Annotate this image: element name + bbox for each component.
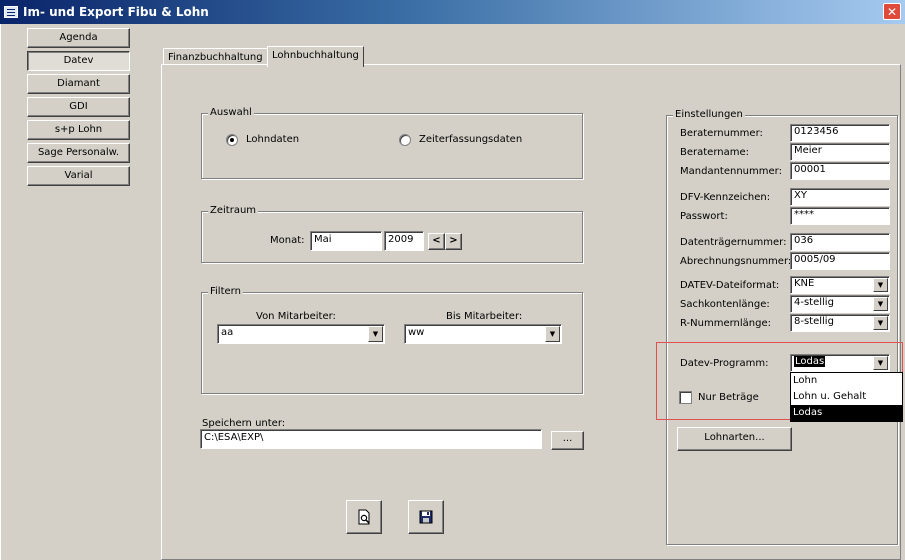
auswahl-group: Auswahl [201, 107, 583, 179]
beratername-field[interactable]: Meier [790, 143, 890, 161]
chevron-down-icon[interactable]: ▼ [873, 297, 888, 311]
datentraegernummer-field[interactable]: 036 [790, 233, 890, 251]
sachkontenlaenge-combo[interactable]: 4-stellig ▼ [790, 295, 890, 313]
app-icon [4, 6, 18, 18]
chevron-down-icon[interactable]: ▼ [545, 326, 560, 342]
datev-programm-value: Lodas [794, 356, 826, 367]
datev-programm-label: Datev-Programm: [680, 358, 769, 369]
title-bar: Im- und Export Fibu & Lohn ✕ [0, 0, 905, 24]
auswahl-legend: Auswahl [208, 107, 254, 118]
save-icon [419, 510, 433, 524]
dropdown-option-lodas[interactable]: Lodas [791, 405, 902, 421]
beraternummer-field[interactable]: 0123456 [790, 124, 890, 142]
tab-lohnbuchhaltung[interactable]: Lohnbuchhaltung [267, 46, 364, 67]
passwort-label: Passwort: [680, 211, 728, 222]
datev-dateiformat-combo[interactable]: KNE ▼ [790, 276, 890, 294]
chevron-down-icon[interactable]: ▼ [873, 356, 888, 370]
monat-field[interactable]: Mai [310, 231, 382, 251]
dropdown-option-lohn[interactable]: Lohn [791, 373, 902, 389]
abrechnungsnummer-label: Abrechnungsnummer: [680, 256, 792, 267]
preview-icon [358, 509, 370, 525]
sidebar-item-diamant[interactable]: Diamant [27, 74, 130, 94]
year-field[interactable]: 2009 [384, 231, 424, 251]
mandantennummer-field[interactable]: 00001 [790, 162, 890, 180]
sachkontenlaenge-value: 4-stellig [794, 297, 834, 308]
abrechnungsnummer-field[interactable]: 0005/09 [790, 252, 890, 270]
filtern-legend: Filtern [208, 286, 243, 297]
datentraegernummer-label: Datenträgernummer: [680, 237, 787, 248]
chevron-down-icon[interactable]: ▼ [873, 316, 888, 330]
preview-button[interactable] [346, 500, 382, 534]
mandantennummer-label: Mandantennummer: [680, 166, 782, 177]
tab-finanzbuchhaltung[interactable]: Finanzbuchhaltung [163, 48, 268, 65]
r-nummernlaenge-combo[interactable]: 8-stellig ▼ [790, 314, 890, 332]
nur-betraege-label: Nur Beträge [698, 392, 759, 403]
close-button[interactable]: ✕ [883, 3, 901, 20]
sidebar-item-datev[interactable]: Datev [27, 51, 130, 71]
bis-mitarbeiter-label: Bis Mitarbeiter: [446, 311, 523, 322]
datev-programm-dropdown: Lohn Lohn u. Gehalt Lodas [790, 372, 903, 422]
save-button[interactable] [408, 500, 444, 534]
beraternummer-label: Beraternummer: [680, 128, 763, 139]
window-client: Agenda Datev Diamant GDI s+p Lohn Sage P… [0, 24, 905, 560]
lohnarten-button[interactable]: Lohnarten... [677, 427, 792, 451]
sidebar-item-agenda[interactable]: Agenda [27, 28, 130, 48]
datev-dateiformat-label: DATEV-Dateiformat: [680, 280, 780, 291]
sidebar-item-sp-lohn[interactable]: s+p Lohn [27, 120, 130, 140]
r-nummernlaenge-label: R-Nummernlänge: [680, 318, 771, 329]
dropdown-option-lohn-u-gehalt[interactable]: Lohn u. Gehalt [791, 389, 902, 405]
chevron-down-icon[interactable]: ▼ [873, 278, 888, 292]
next-month-button[interactable]: > [445, 233, 462, 250]
sidebar-item-varial[interactable]: Varial [27, 166, 130, 186]
monat-label: Monat: [270, 235, 305, 246]
zeiterfassungsdaten-label: Zeiterfassungsdaten [419, 134, 523, 145]
chevron-down-icon[interactable]: ▼ [368, 326, 383, 342]
speichern-path-field[interactable]: C:\ESA\EXP\ [200, 429, 542, 449]
dfv-kennzeichen-field[interactable]: XY [790, 188, 890, 206]
lohndaten-radio[interactable] [226, 134, 238, 146]
zeiterfassungsdaten-radio[interactable] [399, 134, 411, 146]
einstellungen-legend: Einstellungen [673, 109, 745, 120]
speichern-label: Speichern unter: [202, 418, 286, 429]
beratername-label: Beratername: [680, 147, 749, 158]
window-title: Im- und Export Fibu & Lohn [23, 5, 209, 19]
browse-button[interactable]: ... [551, 431, 584, 450]
zeitraum-legend: Zeitraum [208, 205, 259, 216]
sachkontenlaenge-label: Sachkontenlänge: [680, 299, 770, 310]
r-nummernlaenge-value: 8-stellig [794, 316, 834, 327]
datev-programm-combo[interactable]: Lodas ▼ [790, 354, 890, 372]
passwort-field[interactable]: **** [790, 207, 890, 225]
sidebar-item-sage-personalw[interactable]: Sage Personalw. [27, 143, 130, 163]
von-mitarbeiter-combo[interactable]: aa ▼ [217, 324, 385, 344]
von-mitarbeiter-label: Von Mitarbeiter: [256, 311, 336, 322]
sidebar-item-gdi[interactable]: GDI [27, 97, 130, 117]
bis-mitarbeiter-combo[interactable]: ww ▼ [404, 324, 562, 344]
bis-mitarbeiter-value: ww [408, 327, 425, 338]
lohndaten-label: Lohndaten [246, 134, 300, 145]
previous-month-button[interactable]: < [428, 233, 445, 250]
datev-dateiformat-value: KNE [794, 278, 815, 289]
von-mitarbeiter-value: aa [221, 327, 234, 338]
dfv-kennzeichen-label: DFV-Kennzeichen: [680, 192, 771, 203]
nur-betraege-checkbox[interactable] [679, 391, 692, 404]
